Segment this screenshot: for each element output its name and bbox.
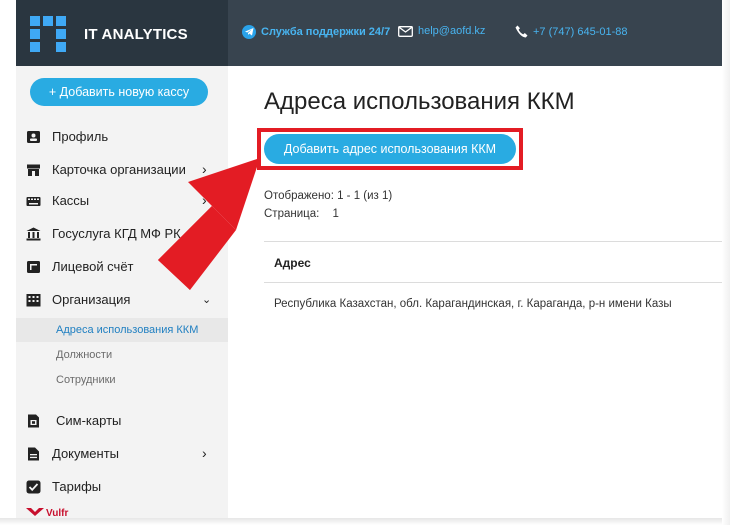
phone-icon — [515, 25, 528, 38]
brand-header[interactable]: IT ANALYTICS — [16, 0, 228, 66]
document-icon — [26, 447, 41, 461]
page-label: Страница: — [264, 208, 320, 220]
submenu-item-employees[interactable]: Сотрудники — [16, 368, 228, 392]
submenu-item-positions[interactable]: Должности — [16, 343, 228, 367]
support-link[interactable]: Служба поддержки 24/7 — [242, 25, 390, 39]
sidebar-item-profile[interactable]: Профиль — [16, 124, 228, 150]
red-arrow-annotation — [158, 158, 260, 290]
phone-label: +7 (747) 645-01-88 — [533, 25, 628, 38]
phone-link[interactable]: +7 (747) 645-01-88 — [515, 25, 627, 38]
checkbox-icon — [26, 480, 41, 494]
sidebar-item-label: Документы — [52, 446, 120, 461]
table-header: Адрес — [264, 241, 722, 283]
submenu-item-label: Должности — [56, 349, 113, 361]
mail-icon — [398, 25, 413, 37]
add-address-button[interactable]: Добавить адрес использования ККМ — [264, 134, 516, 164]
id-badge-icon — [26, 130, 41, 144]
sidebar-item-label: Кассы — [52, 193, 90, 208]
add-kassa-button[interactable]: + Добавить новую кассу — [30, 78, 208, 106]
chevron-down-icon: ⌄ — [202, 294, 212, 306]
sim-card-icon — [26, 414, 41, 428]
support-label: Служба поддержки 24/7 — [261, 26, 391, 38]
submenu-item-kkm-addresses[interactable]: Адреса использования ККМ — [16, 318, 228, 342]
sidebar-item-label: Сим-карты — [56, 413, 122, 428]
submenu-item-label: Адреса использования ККМ — [56, 324, 199, 336]
main-content: Адреса использования ККМ Добавить адрес … — [228, 66, 722, 518]
address-cell: Республика Казахстан, обл. Карагандинска… — [274, 298, 672, 310]
bottom-shadow — [0, 518, 730, 525]
top-bar: Служба поддержки 24/7 help@aofd.kz +7 (7… — [228, 0, 722, 66]
submenu-item-label: Сотрудники — [56, 374, 116, 386]
table-row[interactable]: Республика Казахстан, обл. Карагандинска… — [274, 298, 672, 310]
shown-count: Отображено: 1 - 1 (из 1) — [264, 190, 393, 202]
column-header-address[interactable]: Адрес — [274, 256, 311, 270]
app-window: IT ANALYTICS Служба поддержки 24/7 help@… — [0, 0, 730, 525]
sidebar-item-documents[interactable]: Документы › — [16, 441, 228, 467]
page-number[interactable]: 1 — [333, 208, 339, 220]
telegram-icon — [242, 25, 256, 39]
sidebar-item-sim-cards[interactable]: Сим-карты — [16, 408, 228, 434]
sidebar-item-organization[interactable]: Организация ⌄ — [16, 287, 228, 313]
sidebar: + Добавить новую кассу Профиль Карточка … — [16, 66, 228, 525]
sidebar-item-label: Организация — [52, 292, 131, 307]
sidebar-item-label: Лицевой счёт — [52, 259, 134, 274]
sidebar-item-label: Тарифы — [52, 479, 102, 494]
email-label: help@aofd.kz — [418, 25, 486, 37]
government-building-icon — [26, 227, 41, 241]
page-title: Адреса использования ККМ — [264, 88, 575, 115]
building-icon — [26, 293, 41, 307]
logo-icon — [30, 16, 66, 52]
storefront-icon — [26, 163, 41, 177]
page-indicator: Страница: 1 — [264, 208, 339, 220]
email-link[interactable]: help@aofd.kz — [398, 25, 485, 37]
account-card-icon — [26, 260, 41, 274]
brand-name: IT ANALYTICS — [84, 26, 188, 43]
sidebar-item-label: Профиль — [52, 129, 109, 144]
sidebar-item-tariffs[interactable]: Тарифы — [16, 474, 228, 500]
chevron-right-icon: › — [202, 445, 207, 461]
right-shadow — [722, 0, 730, 525]
keyboard-icon — [26, 194, 41, 208]
